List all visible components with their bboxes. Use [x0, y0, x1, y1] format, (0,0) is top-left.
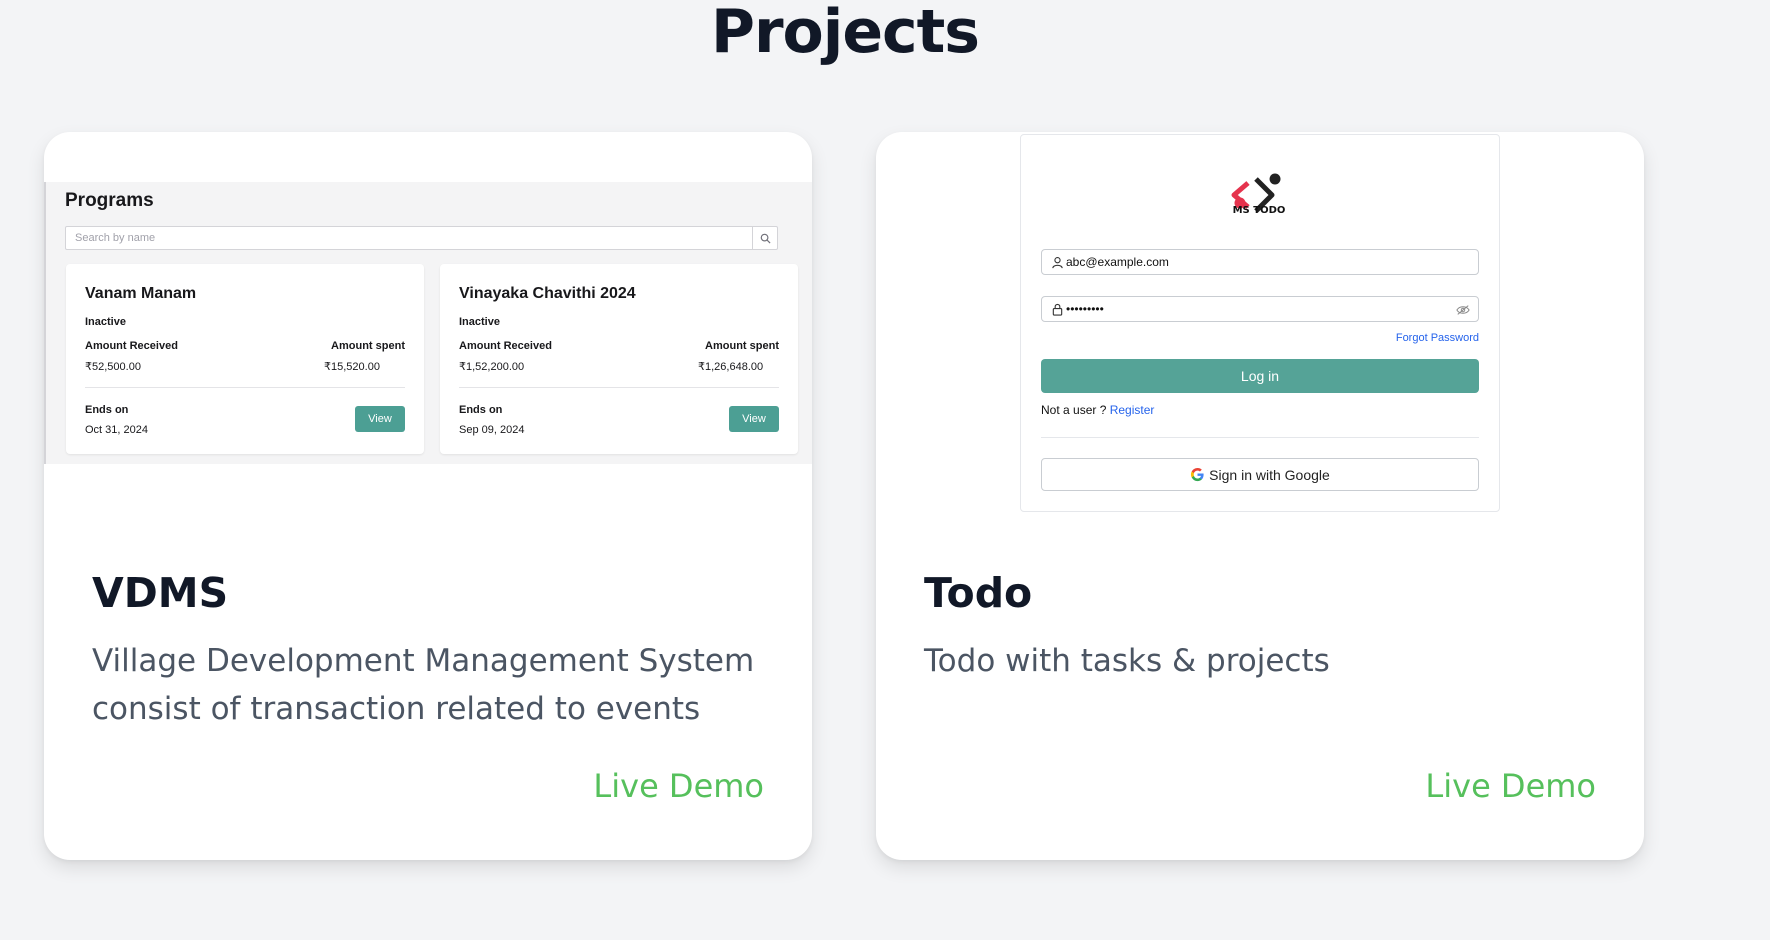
register-link[interactable]: Register — [1110, 403, 1155, 417]
logo-text: MS TODO — [1232, 205, 1286, 216]
google-sign-in-label: Sign in with Google — [1209, 466, 1330, 483]
ms-todo-logo-icon — [1231, 173, 1281, 213]
project-card-todo: MS TODO Forgot — [876, 132, 1644, 860]
eye-off-icon[interactable] — [1456, 304, 1470, 316]
program-status: Inactive — [85, 316, 126, 328]
forgot-password-link[interactable]: Forgot Password — [1396, 332, 1479, 344]
program-card: Vinayaka Chavithi 2024 Inactive Amount R… — [440, 264, 798, 454]
search-icon — [760, 233, 771, 244]
program-divider — [85, 387, 405, 388]
not-a-user-text: Not a user ? Register — [1041, 403, 1154, 417]
program-divider — [459, 387, 779, 388]
preview-search-box — [65, 226, 778, 250]
program-card: Vanam Manam Inactive Amount Received ₹52… — [66, 264, 424, 454]
preview-search-button[interactable] — [752, 227, 777, 249]
live-demo-link[interactable]: Live Demo — [1425, 767, 1596, 805]
program-status: Inactive — [459, 316, 500, 328]
ends-on-value: Oct 31, 2024 — [85, 424, 148, 436]
password-field — [1041, 296, 1479, 322]
preview-search-input[interactable] — [66, 227, 752, 249]
project-title: Todo — [924, 569, 1033, 617]
page: Projects Programs Vanam Manam Inactive A… — [0, 0, 1770, 940]
project-title: VDMS — [92, 569, 229, 617]
google-sign-in-button[interactable]: Sign in with Google — [1041, 458, 1479, 491]
amount-received-value: ₹1,52,200.00 — [459, 361, 525, 373]
view-button[interactable]: View — [355, 406, 405, 432]
preview-programs-heading: Programs — [65, 190, 154, 211]
amount-received-label: Amount Received — [85, 340, 178, 352]
amount-received-value: ₹52,500.00 — [85, 361, 141, 373]
divider — [1041, 437, 1479, 438]
program-name: Vinayaka Chavithi 2024 — [459, 285, 636, 302]
view-button[interactable]: View — [729, 406, 779, 432]
project-description: Village Development Management System co… — [92, 643, 755, 727]
google-icon — [1191, 467, 1204, 482]
amount-spent-label: Amount spent — [331, 340, 405, 352]
project-description: Todo with tasks & projects — [924, 643, 1330, 679]
email-input[interactable] — [1066, 250, 1446, 274]
user-icon — [1052, 257, 1063, 269]
ends-on-label: Ends on — [85, 404, 129, 416]
project-card-vdms: Programs Vanam Manam Inactive Amount Rec… — [44, 132, 812, 860]
ends-on-label: Ends on — [459, 404, 503, 416]
amount-spent-label: Amount spent — [705, 340, 779, 352]
program-name: Vanam Manam — [85, 285, 197, 302]
live-demo-link[interactable]: Live Demo — [593, 767, 764, 805]
lock-icon — [1052, 303, 1063, 316]
page-title: Projects — [710, 0, 980, 67]
login-button[interactable]: Log in — [1041, 359, 1479, 393]
project-preview-screenshot: MS TODO Forgot — [1020, 134, 1500, 512]
amount-spent-value: ₹1,26,648.00 — [698, 361, 764, 373]
email-field — [1041, 249, 1479, 275]
amount-spent-value: ₹15,520.00 — [324, 361, 380, 373]
amount-received-label: Amount Received — [459, 340, 552, 352]
project-preview-screenshot: Programs Vanam Manam Inactive Amount Rec… — [44, 182, 812, 464]
not-a-user-label: Not a user ? — [1041, 403, 1107, 417]
ends-on-value: Sep 09, 2024 — [459, 424, 525, 436]
password-input[interactable] — [1066, 297, 1446, 321]
